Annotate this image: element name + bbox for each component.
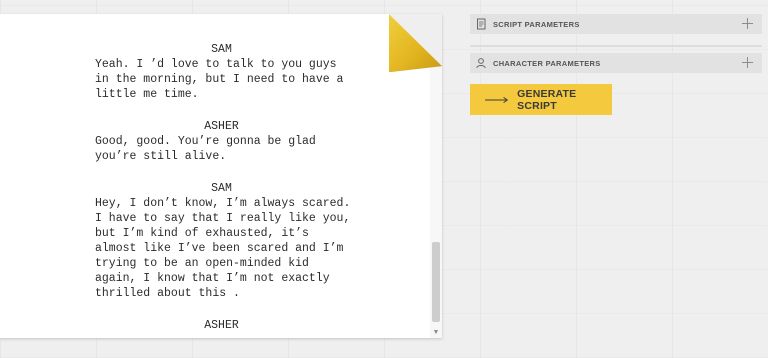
script-page[interactable]: SAM Yeah. I ’d love to talk to you guys … xyxy=(0,14,442,338)
dialogue-line: again, I know that I’m not exactly xyxy=(95,272,330,285)
dialogue-block: SAM Yeah. I ’d love to talk to you guys … xyxy=(95,42,395,102)
generate-script-label: GENERATE SCRIPT xyxy=(517,87,577,112)
character-parameters-label: CHARACTER PARAMETERS xyxy=(493,58,601,68)
speaker-name: ASHER xyxy=(204,120,239,133)
dialogue-line: in the morning, but I need to have a xyxy=(95,73,344,86)
script-icon xyxy=(477,18,486,30)
plus-icon[interactable] xyxy=(742,57,754,69)
dialogue-line: but I’m kind of exhausted, it’s xyxy=(95,227,309,240)
speaker-name: SAM xyxy=(211,182,232,195)
character-parameters-row[interactable]: CHARACTER PARAMETERS xyxy=(470,53,762,73)
generate-script-button[interactable]: GENERATE SCRIPT xyxy=(470,84,612,115)
divider xyxy=(470,45,762,47)
scrollbar-thumb[interactable] xyxy=(432,242,440,322)
dialogue-line: Hey, I don’t know, I’m always scared. xyxy=(95,197,351,210)
arrow-right-icon xyxy=(485,96,509,103)
scroll-down-icon[interactable]: ▼ xyxy=(430,328,442,338)
dialogue-line: thrilled about this . xyxy=(95,287,240,300)
plus-icon[interactable] xyxy=(742,18,754,30)
script-parameters-row[interactable]: SCRIPT PARAMETERS xyxy=(470,14,762,34)
dialogue-block: SAM Hey, I don’t know, I’m always scared… xyxy=(95,181,395,301)
script-text: SAM Yeah. I ’d love to talk to you guys … xyxy=(95,42,395,338)
speaker-name: ASHER xyxy=(204,319,239,332)
dialogue-line: you’re still alive. xyxy=(95,150,227,163)
dialogue-line: Good, good. You’re gonna be glad xyxy=(95,135,316,148)
dialogue-line: almost like I’ve been scared and I’m xyxy=(95,242,344,255)
dialogue-line: little me time. xyxy=(95,88,199,101)
script-parameters-label: SCRIPT PARAMETERS xyxy=(493,19,580,29)
gold-folded-corner-icon xyxy=(389,14,442,72)
dialogue-line: Yeah. I ’d love to talk to you guys xyxy=(95,58,337,71)
person-icon xyxy=(476,58,486,69)
dialogue-line: I have to say that I really like you, xyxy=(95,212,351,225)
script-scroll-area[interactable]: SAM Yeah. I ’d love to talk to you guys … xyxy=(0,14,428,338)
speaker-name: SAM xyxy=(211,43,232,56)
dialogue-block: ASHER xyxy=(95,318,395,333)
dialogue-line: trying to be an open-minded kid xyxy=(95,257,309,270)
dialogue-block: ASHER Good, good. You’re gonna be glad y… xyxy=(95,119,395,164)
